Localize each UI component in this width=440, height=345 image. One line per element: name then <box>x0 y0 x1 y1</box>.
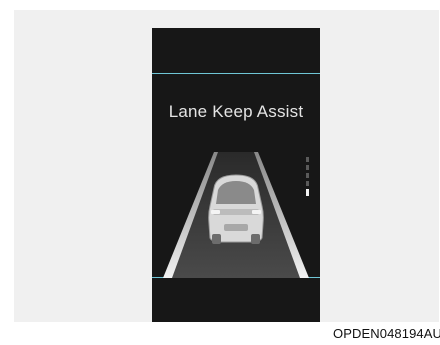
vehicle-rear-view-icon <box>208 174 264 244</box>
cluster-display: Lane Keep Assist <box>152 28 320 322</box>
figure-code: OPDEN048194AU <box>333 326 440 341</box>
lane-scene <box>163 152 309 278</box>
level-indicator-icon <box>306 157 309 196</box>
